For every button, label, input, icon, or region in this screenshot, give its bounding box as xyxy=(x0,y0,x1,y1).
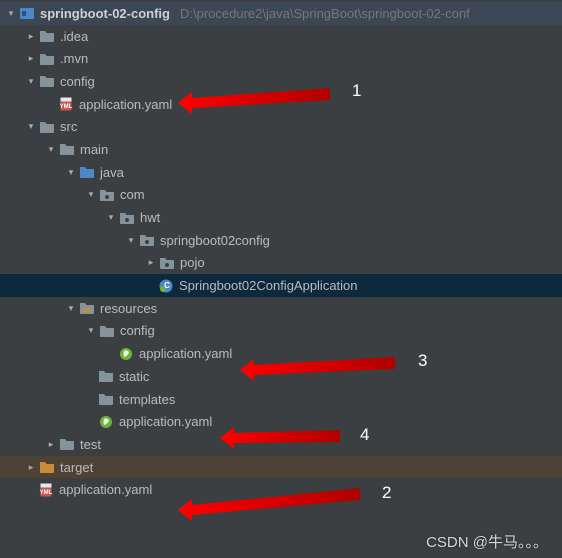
tree-label: application.yaml xyxy=(79,97,172,112)
tree-label: Springboot02ConfigApplication xyxy=(179,278,358,293)
chevron-down-icon[interactable]: ▾ xyxy=(124,233,138,247)
tree-item-templates[interactable]: templates xyxy=(0,388,562,411)
tree-item-app-yaml-1[interactable]: application.yaml xyxy=(0,93,562,116)
tree-label: application.yaml xyxy=(139,346,232,361)
chevron-right-icon[interactable]: ▸ xyxy=(44,437,58,451)
tree-item-app-yaml-4[interactable]: application.yaml xyxy=(0,410,562,433)
tree-label: target xyxy=(60,460,93,475)
tree-label: springboot02config xyxy=(160,233,270,248)
class-file-icon xyxy=(158,278,174,294)
tree-item-pojo[interactable]: ▸ pojo xyxy=(0,252,562,275)
tree-item-com[interactable]: ▾ com xyxy=(0,184,562,207)
yml-file-icon xyxy=(38,482,54,498)
yml-file-icon xyxy=(58,96,74,112)
tree-label: .mvn xyxy=(60,51,88,66)
project-path: D:\procedure2\java\SpringBoot\springboot… xyxy=(180,6,470,21)
folder-icon xyxy=(98,368,114,384)
tree-item-resources[interactable]: ▾ resources xyxy=(0,297,562,320)
tree-label: java xyxy=(100,165,124,180)
folder-icon xyxy=(59,141,75,157)
tree-item-static[interactable]: static xyxy=(0,365,562,388)
module-icon xyxy=(19,5,35,21)
tree-item-res-config[interactable]: ▾ config xyxy=(0,320,562,343)
project-name: springboot-02-config xyxy=(40,6,170,21)
tree-label: config xyxy=(120,323,155,338)
tree-item-target[interactable]: ▸ target xyxy=(0,456,562,479)
tree-label: main xyxy=(80,142,108,157)
chevron-down-icon[interactable]: ▾ xyxy=(24,74,38,88)
package-icon xyxy=(139,232,155,248)
tree-item-app-class[interactable]: Springboot02ConfigApplication xyxy=(0,274,562,297)
tree-label: templates xyxy=(119,392,175,407)
tree-label: com xyxy=(120,187,145,202)
folder-icon xyxy=(39,28,55,44)
chevron-down-icon[interactable]: ▾ xyxy=(64,301,78,315)
chevron-down-icon[interactable]: ▾ xyxy=(24,120,38,134)
chevron-down-icon[interactable]: ▾ xyxy=(4,6,18,20)
tree-item-hwt[interactable]: ▾ hwt xyxy=(0,206,562,229)
tree-item-springboot02config[interactable]: ▾ springboot02config xyxy=(0,229,562,252)
chevron-down-icon[interactable]: ▾ xyxy=(84,188,98,202)
folder-icon xyxy=(59,436,75,452)
tree-item-src[interactable]: ▾ src xyxy=(0,115,562,138)
folder-icon xyxy=(39,73,55,89)
package-icon xyxy=(119,210,135,226)
chevron-down-icon[interactable]: ▾ xyxy=(44,142,58,156)
tree-label: hwt xyxy=(140,210,160,225)
tree-item-test[interactable]: ▸ test xyxy=(0,433,562,456)
watermark: CSDN @牛马。。。 xyxy=(426,531,548,552)
tree-item-idea[interactable]: ▸ .idea xyxy=(0,25,562,48)
package-icon xyxy=(99,187,115,203)
package-icon xyxy=(159,255,175,271)
chevron-right-icon[interactable]: ▸ xyxy=(144,256,158,270)
spring-file-icon xyxy=(98,414,114,430)
chevron-down-icon[interactable]: ▾ xyxy=(64,165,78,179)
project-tree: ▾ springboot-02-config D:\procedure2\jav… xyxy=(0,0,562,501)
tree-item-java[interactable]: ▾ java xyxy=(0,161,562,184)
folder-icon xyxy=(39,51,55,67)
tree-label: src xyxy=(60,119,77,134)
tree-label: test xyxy=(80,437,101,452)
resources-folder-icon xyxy=(79,300,95,316)
tree-label: pojo xyxy=(180,255,205,270)
chevron-right-icon[interactable]: ▸ xyxy=(24,52,38,66)
tree-item-main[interactable]: ▾ main xyxy=(0,138,562,161)
build-folder-icon xyxy=(39,459,55,475)
tree-item-config[interactable]: ▾ config xyxy=(0,70,562,93)
project-root[interactable]: ▾ springboot-02-config D:\procedure2\jav… xyxy=(0,2,562,25)
folder-icon xyxy=(39,119,55,135)
tree-label: application.yaml xyxy=(59,482,152,497)
tree-label: .idea xyxy=(60,29,88,44)
tree-item-app-yaml-2[interactable]: application.yaml xyxy=(0,478,562,501)
tree-label: static xyxy=(119,369,149,384)
source-folder-icon xyxy=(79,164,95,180)
folder-icon xyxy=(98,391,114,407)
chevron-right-icon[interactable]: ▸ xyxy=(24,29,38,43)
folder-icon xyxy=(99,323,115,339)
tree-item-mvn[interactable]: ▸ .mvn xyxy=(0,47,562,70)
chevron-down-icon[interactable]: ▾ xyxy=(104,211,118,225)
chevron-right-icon[interactable]: ▸ xyxy=(24,460,38,474)
tree-item-app-yaml-3[interactable]: application.yaml xyxy=(0,342,562,365)
tree-label: resources xyxy=(100,301,157,316)
chevron-down-icon[interactable]: ▾ xyxy=(84,324,98,338)
tree-label: config xyxy=(60,74,95,89)
tree-label: application.yaml xyxy=(119,414,212,429)
spring-file-icon xyxy=(118,346,134,362)
